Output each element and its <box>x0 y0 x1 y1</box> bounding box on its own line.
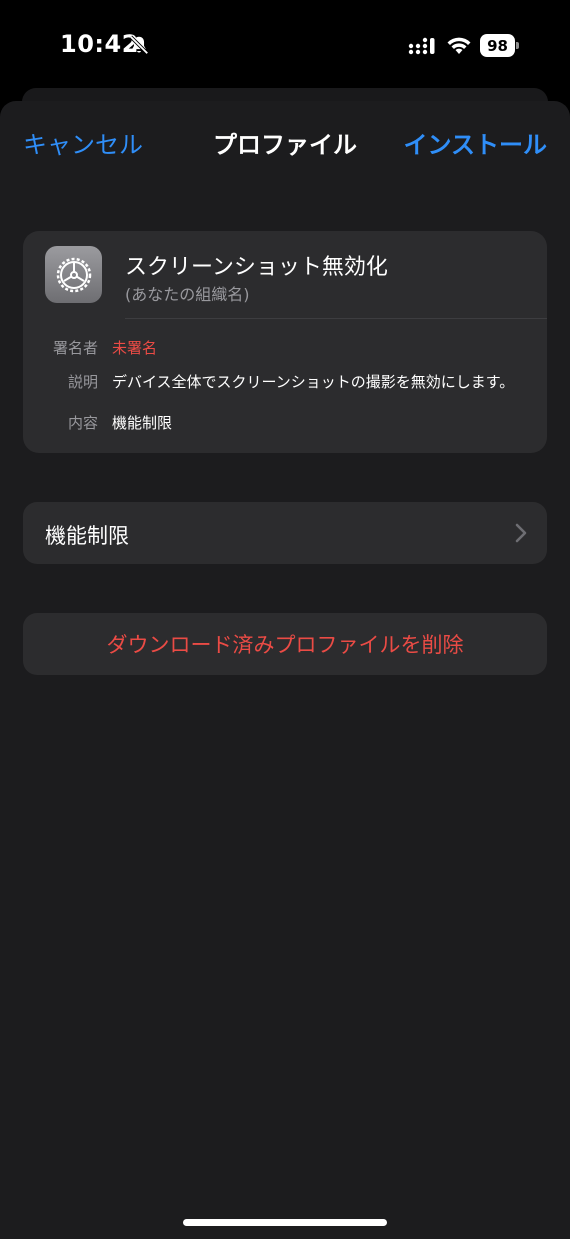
divider <box>125 318 547 319</box>
profile-name: スクリーンショット無効化 <box>125 255 388 280</box>
description-value: デバイス全体でスクリーンショットの撮影を無効にします。 <box>112 373 515 391</box>
detail-label: 内容 <box>67 414 98 432</box>
install-button[interactable]: インストール <box>403 125 547 160</box>
status-bar: 10:42 98 <box>0 0 570 92</box>
restrictions-row[interactable]: 機能制限 <box>23 502 547 564</box>
navigation-bar: キャンセル プロファイル インストール <box>0 101 570 183</box>
signer-status: 未署名 <box>112 339 158 357</box>
restrictions-label: 機能制限 <box>45 524 129 548</box>
chevron-right-icon <box>515 523 527 543</box>
bell-slash-icon <box>129 35 149 55</box>
delete-profile-label: ダウンロード済みプロファイルを削除 <box>106 633 464 657</box>
profile-organization: (あなたの組織名) <box>125 285 250 304</box>
home-indicator[interactable] <box>183 1219 387 1226</box>
wifi-icon <box>447 37 471 54</box>
contents-value: 機能制限 <box>112 414 173 432</box>
battery-indicator: 98 <box>480 34 519 57</box>
detail-row-contents: 内容 機能制限 <box>23 412 547 436</box>
battery-cap <box>516 42 519 49</box>
battery-level: 98 <box>480 34 515 57</box>
detail-label: 署名者 <box>52 339 98 357</box>
profile-sheet: キャンセル プロファイル インストール スクリーンショット無効化 (あなたの組織… <box>0 101 570 1239</box>
signal-icon <box>408 37 435 55</box>
detail-row-signer: 署名者 未署名 <box>23 337 547 361</box>
profile-card: スクリーンショット無効化 (あなたの組織名) 署名者 未署名 説明 デバイス全体… <box>23 231 547 453</box>
detail-label: 説明 <box>67 373 98 391</box>
delete-profile-button[interactable]: ダウンロード済みプロファイルを削除 <box>23 613 547 675</box>
detail-row-description: 説明 デバイス全体でスクリーンショットの撮影を無効にします。 <box>23 371 547 395</box>
gear-icon <box>45 246 102 303</box>
